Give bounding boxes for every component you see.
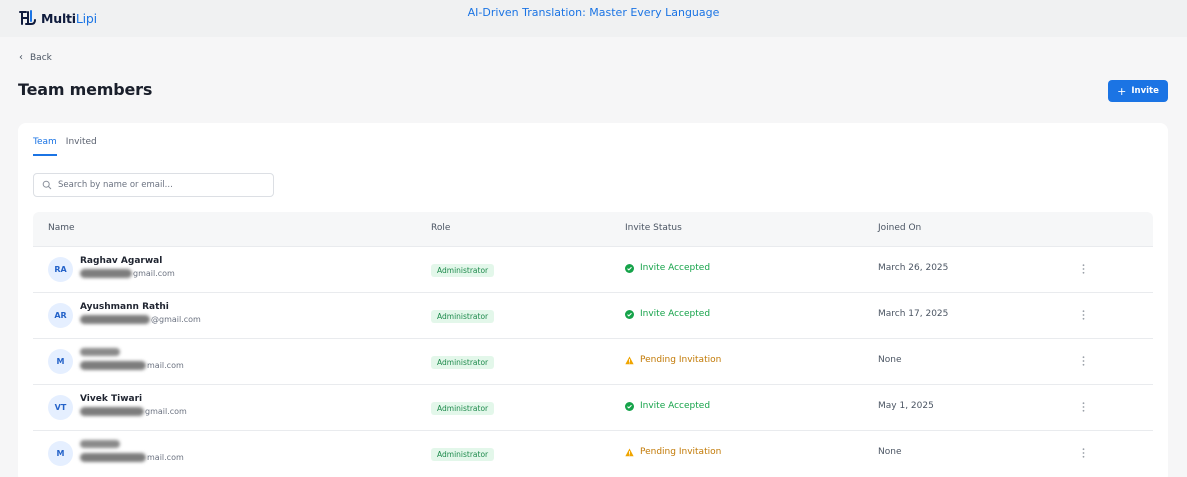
column-header-invite-status[interactable]: Invite Status: [625, 223, 682, 233]
avatar: VT: [48, 395, 73, 420]
invite-status: Pending Invitation: [625, 355, 721, 365]
avatar: RA: [48, 257, 73, 282]
redacted-email: [80, 269, 132, 278]
redacted-email: [80, 315, 150, 324]
avatar: M: [48, 349, 73, 374]
invite-status: Invite Accepted: [625, 309, 710, 319]
back-label: Back: [30, 52, 52, 63]
invite-status: Invite Accepted: [625, 401, 710, 411]
tab-bar: Team Invited: [33, 137, 106, 156]
kebab-menu-icon: [1082, 448, 1084, 458]
member-name: [80, 348, 120, 359]
row-menu-button[interactable]: [1077, 261, 1089, 277]
invite-button-label: Invite: [1131, 86, 1159, 96]
team-card: Team Invited Name Role Invite Status Joi…: [18, 123, 1168, 477]
member-email: mail.com: [80, 361, 184, 370]
role-badge: Administrator: [431, 402, 495, 415]
column-header-joined-on[interactable]: Joined On: [878, 223, 921, 233]
joined-date: March 17, 2025: [878, 309, 949, 319]
row-menu-button[interactable]: [1077, 307, 1089, 323]
check-circle-icon: [625, 401, 634, 411]
table-row[interactable]: AR Ayushmann Rathi @gmail.com Administra…: [33, 292, 1153, 338]
kebab-menu-icon: [1082, 356, 1084, 366]
tagline: AI-Driven Translation: Master Every Lang…: [467, 6, 720, 19]
joined-date: None: [878, 355, 902, 365]
member-email: @gmail.com: [80, 315, 201, 324]
role-badge: Administrator: [431, 264, 495, 277]
warning-triangle-icon: [625, 356, 634, 364]
member-email: mail.com: [80, 453, 184, 462]
redacted-name: [80, 348, 120, 356]
redacted-name: [80, 440, 120, 448]
members-table: Name Role Invite Status Joined On RA Rag…: [33, 212, 1153, 476]
chevron-left-icon: ‹: [19, 52, 23, 63]
member-email: gmail.com: [80, 269, 175, 278]
kebab-menu-icon: [1082, 264, 1084, 274]
kebab-menu-icon: [1082, 402, 1084, 412]
back-link[interactable]: ‹ Back: [19, 52, 52, 63]
plus-icon: +: [1117, 84, 1127, 98]
search-box[interactable]: [33, 173, 274, 197]
check-circle-icon: [625, 263, 634, 273]
member-name: Ayushmann Rathi: [80, 302, 169, 312]
member-name: Raghav Agarwal: [80, 256, 163, 266]
member-name: Vivek Tiwari: [80, 394, 143, 404]
warning-triangle-icon: [625, 448, 634, 456]
row-menu-button[interactable]: [1077, 399, 1089, 415]
role-badge: Administrator: [431, 356, 495, 369]
avatar: AR: [48, 303, 73, 328]
joined-date: March 26, 2025: [878, 263, 949, 273]
tab-invited[interactable]: Invited: [66, 137, 97, 156]
avatar: M: [48, 441, 73, 466]
check-circle-icon: [625, 309, 634, 319]
tab-team[interactable]: Team: [33, 137, 57, 156]
row-menu-button[interactable]: [1077, 353, 1089, 369]
role-badge: Administrator: [431, 310, 495, 323]
invite-status: Invite Accepted: [625, 263, 710, 273]
invite-status: Pending Invitation: [625, 447, 721, 457]
kebab-menu-icon: [1082, 310, 1084, 320]
search-icon: [42, 180, 52, 190]
redacted-email: [80, 453, 146, 462]
table-row[interactable]: M mail.com Administrator Pending Invitat…: [33, 338, 1153, 384]
table-row[interactable]: VT Vivek Tiwari gmail.com Administrator …: [33, 384, 1153, 430]
search-input[interactable]: [58, 180, 258, 190]
joined-date: May 1, 2025: [878, 401, 934, 411]
member-email: gmail.com: [80, 407, 187, 416]
redacted-email: [80, 361, 146, 370]
table-row[interactable]: M mail.com Administrator Pending Invitat…: [33, 430, 1153, 476]
redacted-email: [80, 407, 144, 416]
row-menu-button[interactable]: [1077, 445, 1089, 461]
column-header-role[interactable]: Role: [431, 223, 450, 233]
member-name: [80, 440, 120, 451]
table-row[interactable]: RA Raghav Agarwal gmail.com Administrato…: [33, 246, 1153, 292]
invite-button[interactable]: + Invite: [1108, 80, 1168, 102]
role-badge: Administrator: [431, 448, 495, 461]
page-title: Team members: [18, 80, 153, 99]
table-header: Name Role Invite Status Joined On: [33, 212, 1153, 246]
column-header-name[interactable]: Name: [48, 223, 75, 233]
joined-date: None: [878, 447, 902, 457]
top-bar: MultiLipi AI-Driven Translation: Master …: [0, 0, 1187, 37]
